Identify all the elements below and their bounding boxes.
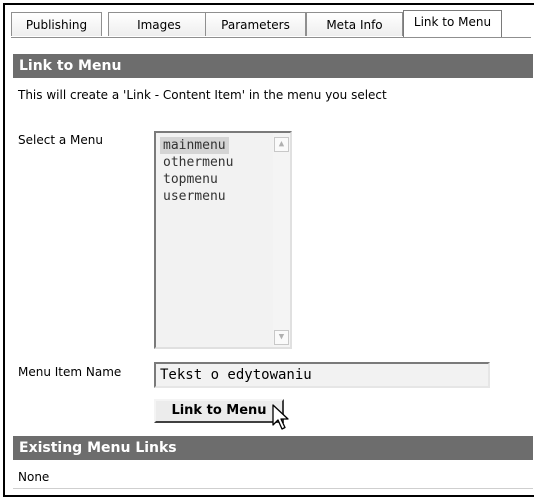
menu-item-name-label: Menu Item Name bbox=[18, 365, 122, 379]
chevron-down-icon[interactable]: ▼ bbox=[274, 330, 289, 345]
chevron-up-icon[interactable]: ▲ bbox=[274, 137, 289, 152]
tab-publishing[interactable]: Publishing bbox=[11, 12, 102, 36]
tab-images[interactable]: Images bbox=[108, 12, 210, 36]
select-menu-label: Select a Menu bbox=[18, 133, 103, 147]
link-description: This will create a 'Link - Content Item'… bbox=[18, 88, 387, 102]
link-to-menu-header: Link to Menu bbox=[13, 54, 533, 78]
tab-bar: Publishing Images Parameters Meta Info L… bbox=[11, 10, 531, 38]
tab-divider bbox=[11, 37, 531, 38]
menu-item-name-input[interactable]: Tekst o edytowaniu bbox=[154, 362, 490, 388]
bottom-divider bbox=[13, 488, 533, 489]
menu-listbox[interactable]: mainmenu othermenu topmenu usermenu ▲ ▼ bbox=[154, 131, 292, 349]
menu-option-usermenu[interactable]: usermenu bbox=[160, 188, 229, 205]
link-to-menu-button[interactable]: Link to Menu bbox=[154, 399, 284, 423]
listbox-scrollbar[interactable]: ▲ ▼ bbox=[273, 133, 290, 347]
existing-menu-links-header: Existing Menu Links bbox=[13, 436, 533, 460]
menu-option-mainmenu[interactable]: mainmenu bbox=[160, 137, 229, 154]
menu-option-othermenu[interactable]: othermenu bbox=[160, 154, 236, 171]
tab-parameters[interactable]: Parameters bbox=[205, 12, 306, 36]
existing-menu-links-value: None bbox=[18, 470, 50, 484]
mouse-pointer-icon bbox=[272, 404, 289, 430]
menu-option-topmenu[interactable]: topmenu bbox=[160, 171, 221, 188]
tab-meta-info[interactable]: Meta Info bbox=[306, 12, 403, 36]
tab-link-to-menu[interactable]: Link to Menu bbox=[403, 10, 502, 38]
